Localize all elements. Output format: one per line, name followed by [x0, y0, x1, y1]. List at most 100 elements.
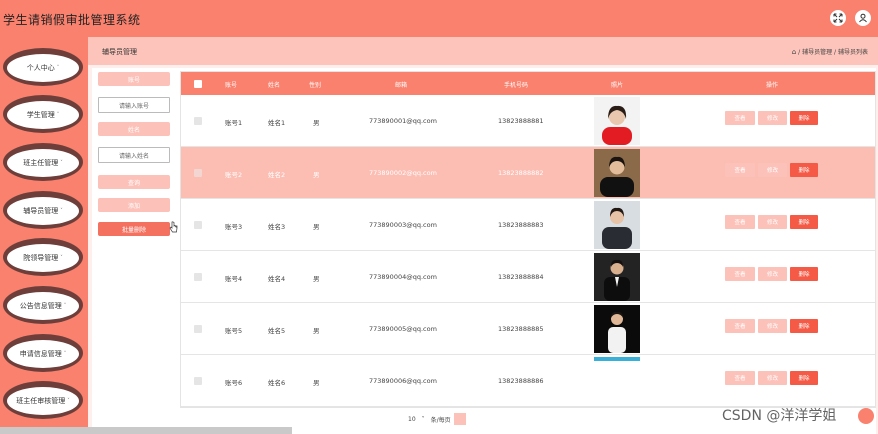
view-button[interactable]: 查看: [725, 111, 755, 125]
sidebar-item-applications[interactable]: 申请信息管理 ˅: [3, 334, 83, 372]
list-panel: 账号 请输入账号 姓名 请输入姓名 查询 添加 批量删除 账号 姓名 性别 邮箱…: [92, 68, 876, 434]
cell-email: 773890005@qq.com: [369, 325, 437, 333]
sidebar-item-label: 班主任管理: [23, 159, 59, 167]
sidebar-item-announcements[interactable]: 公告信息管理 ˅: [3, 286, 83, 324]
cell-name: 姓名6: [268, 379, 286, 387]
table-row[interactable]: 账号4 姓名4 男 773890004@qq.com 13823888884 查…: [181, 251, 875, 303]
table-row[interactable]: 账号1 姓名1 男 773890001@qq.com 13823888881 查…: [181, 95, 875, 147]
row-checkbox[interactable]: [194, 273, 202, 281]
edit-button[interactable]: 修改: [758, 319, 787, 333]
edit-button[interactable]: 修改: [758, 371, 787, 385]
chevron-down-icon: ˅: [60, 160, 63, 166]
watermark: CSDN @洋洋学姐: [722, 408, 837, 424]
fullscreen-icon[interactable]: [830, 10, 846, 26]
select-all-checkbox[interactable]: [194, 80, 202, 88]
table-row[interactable]: 账号5 姓名5 男 773890005@qq.com 13823888885 查…: [181, 303, 875, 355]
view-button[interactable]: 查看: [725, 371, 755, 385]
cell-phone: 13823888882: [498, 169, 544, 177]
table-row[interactable]: 账号6 姓名6 男 773890006@qq.com 13823888886 查…: [181, 355, 875, 407]
chevron-down-icon: ˅: [67, 398, 70, 404]
cell-name: 姓名5: [268, 327, 286, 335]
row-checkbox[interactable]: [194, 325, 202, 333]
user-icon[interactable]: [855, 10, 871, 26]
delete-button[interactable]: 删除: [790, 319, 818, 333]
sidebar-item-students[interactable]: 学生管理 ˅: [3, 95, 83, 133]
sidebar-item-label: 公告信息管理: [19, 302, 62, 310]
view-button[interactable]: 查看: [725, 267, 755, 281]
cell-name: 姓名2: [268, 171, 286, 179]
account-label-button[interactable]: 账号: [98, 72, 170, 86]
row-checkbox[interactable]: [194, 377, 202, 385]
sidebar-item-label: 院领导管理: [23, 254, 59, 262]
edit-button[interactable]: 修改: [758, 111, 787, 125]
cell-phone: 13823888883: [498, 221, 544, 229]
column-header-name[interactable]: 姓名: [268, 80, 280, 89]
browser-status-bar: [0, 427, 292, 434]
cell-phone: 13823888881: [498, 117, 544, 125]
chevron-down-icon: ˅: [56, 112, 60, 118]
row-checkbox[interactable]: [194, 169, 202, 177]
column-header-account[interactable]: 账号: [225, 80, 237, 89]
name-search-input[interactable]: 请输入姓名: [98, 147, 170, 163]
sidebar-item-profile[interactable]: 个人中心 ˅: [3, 48, 83, 86]
delete-button[interactable]: 删除: [790, 371, 818, 385]
view-button[interactable]: 查看: [725, 215, 755, 229]
chevron-down-icon: ˅: [60, 208, 63, 214]
data-table: 账号 姓名 性别 邮箱 手机号码 照片 操作 账号1 姓名1 男 7738900…: [180, 71, 876, 408]
cell-gender: 男: [313, 171, 320, 179]
page-number-button[interactable]: [453, 413, 466, 425]
view-button[interactable]: 查看: [725, 163, 755, 177]
column-header-gender[interactable]: 性别: [309, 80, 321, 89]
cell-email: 773890001@qq.com: [369, 117, 437, 125]
cell-name: 姓名1: [268, 119, 286, 127]
sidebar-item-counselors[interactable]: 辅导员管理 ˅: [3, 191, 83, 229]
main-content: 辅导员管理 ⌂ / 辅导员管理 / 辅导员列表 账号 请输入账号 姓名 请输入姓…: [88, 37, 878, 434]
cell-account: 账号5: [225, 327, 243, 335]
column-header-email[interactable]: 邮箱: [395, 80, 407, 89]
view-button[interactable]: 查看: [725, 319, 755, 333]
sidebar-item-label: 学生管理: [26, 111, 55, 119]
cell-gender: 男: [313, 275, 320, 283]
top-bar: 学生请销假审批管理系统: [0, 0, 878, 37]
page-size-select[interactable]: 10: [408, 416, 416, 423]
account-search-input[interactable]: 请输入账号: [98, 97, 170, 113]
watermark-avatar: [858, 408, 874, 424]
delete-button[interactable]: 删除: [790, 267, 818, 281]
hand-cursor-icon: [169, 221, 178, 233]
breadcrumb-level1[interactable]: 辅导员管理: [802, 49, 832, 56]
table-row[interactable]: 账号2 姓名2 男 773890002@qq.com 13823888882 查…: [181, 147, 875, 199]
chevron-down-icon: ˅: [63, 303, 67, 309]
cell-gender: 男: [313, 119, 320, 127]
cell-phone: 13823888886: [498, 377, 544, 385]
delete-button[interactable]: 删除: [790, 215, 818, 229]
sidebar-item-head-teacher-review[interactable]: 班主任审核管理 ˅: [3, 381, 83, 419]
cell-gender: 男: [313, 327, 320, 335]
sidebar-item-college-leaders[interactable]: 院领导管理 ˅: [3, 238, 83, 276]
edit-button[interactable]: 修改: [758, 163, 787, 177]
add-button[interactable]: 添加: [98, 198, 170, 212]
name-label: 姓名: [98, 122, 170, 136]
cell-gender: 男: [313, 379, 320, 387]
cell-email: 773890004@qq.com: [369, 273, 437, 281]
row-checkbox[interactable]: [194, 221, 202, 229]
chevron-down-icon[interactable]: ˅: [422, 416, 425, 423]
edit-button[interactable]: 修改: [758, 267, 787, 281]
row-checkbox[interactable]: [194, 117, 202, 125]
person-photo: [594, 305, 640, 353]
cell-account: 账号1: [225, 119, 243, 127]
edit-button[interactable]: 修改: [758, 215, 787, 229]
batch-delete-button[interactable]: 批量删除: [98, 222, 170, 236]
column-header-phone[interactable]: 手机号码: [504, 80, 528, 89]
cell-email: 773890003@qq.com: [369, 221, 437, 229]
chevron-down-icon: ˅: [60, 255, 63, 261]
table-row[interactable]: 账号3 姓名3 男 773890003@qq.com 13823888883 查…: [181, 199, 875, 251]
delete-button[interactable]: 删除: [790, 111, 818, 125]
sidebar-item-head-teachers[interactable]: 班主任管理 ˅: [3, 143, 83, 181]
person-photo: [594, 253, 640, 301]
cell-phone: 13823888885: [498, 325, 544, 333]
delete-button[interactable]: 删除: [790, 163, 818, 177]
search-button[interactable]: 查询: [98, 175, 170, 189]
sidebar-item-label: 班主任审核管理: [16, 397, 66, 405]
cell-gender: 男: [313, 223, 320, 231]
home-icon[interactable]: ⌂: [792, 48, 796, 56]
